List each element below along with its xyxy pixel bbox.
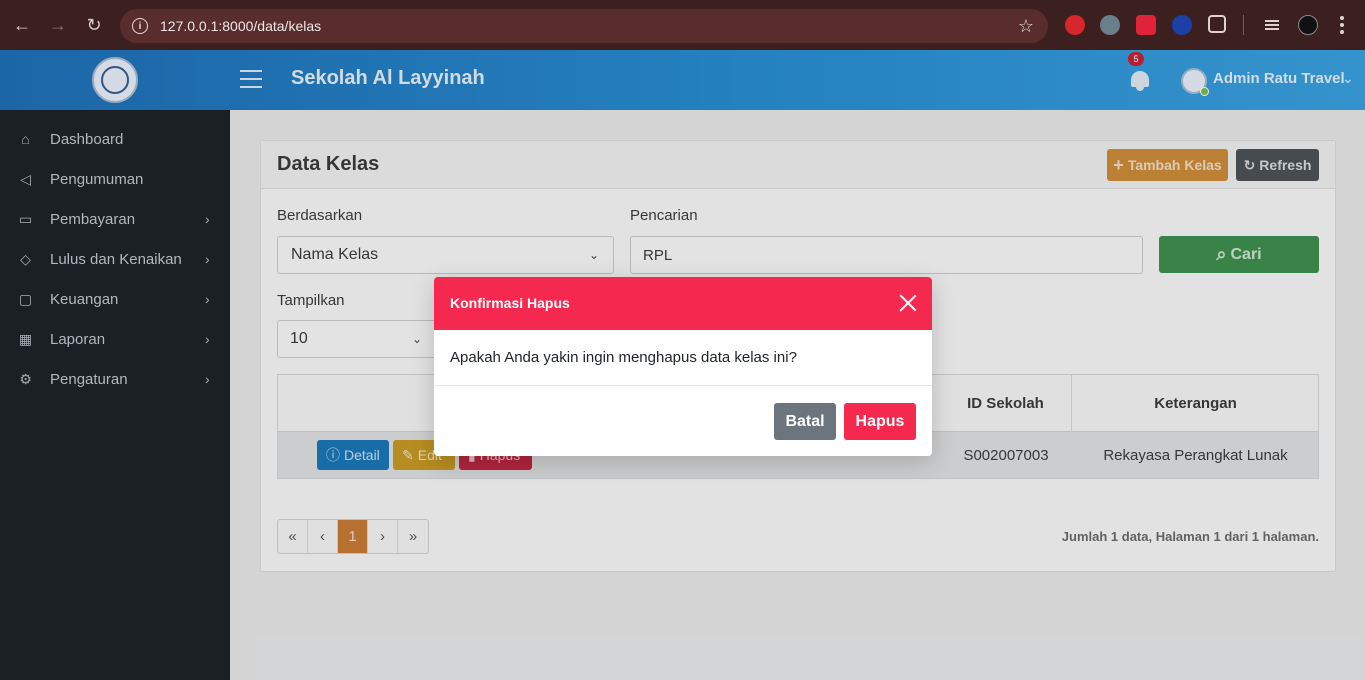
forward-button[interactable]: →	[40, 7, 76, 43]
toolbar-divider	[1243, 15, 1244, 35]
url-text: 127.0.0.1:8000/data/kelas	[160, 18, 322, 34]
browser-menu-icon[interactable]	[1340, 16, 1344, 34]
reload-button[interactable]: ↻	[76, 7, 112, 43]
extension-glasses-icon[interactable]	[1100, 15, 1120, 35]
close-icon[interactable]	[899, 294, 917, 312]
media-queue-icon[interactable]	[1262, 15, 1282, 35]
modal-header: Konfirmasi Hapus	[434, 277, 932, 330]
confirm-hapus-button[interactable]: Hapus	[844, 403, 916, 440]
cancel-button[interactable]: Batal	[774, 403, 836, 440]
site-info-icon[interactable]: i	[132, 18, 148, 34]
forward-arrow-icon: →	[49, 14, 67, 35]
back-button[interactable]: ←	[4, 7, 40, 43]
profile-avatar-icon[interactable]	[1298, 15, 1318, 35]
extension-adblock-icon[interactable]	[1065, 15, 1085, 35]
extension-globe-icon[interactable]	[1172, 15, 1192, 35]
back-arrow-icon: ←	[13, 14, 31, 35]
modal-title: Konfirmasi Hapus	[450, 295, 570, 311]
reload-icon: ↻	[86, 14, 102, 35]
confirm-delete-modal: Konfirmasi Hapus Apakah Anda yakin ingin…	[434, 277, 932, 456]
browser-toolbar: ← → ↻ i 127.0.0.1:8000/data/kelas ☆	[0, 0, 1365, 50]
address-bar[interactable]: i 127.0.0.1:8000/data/kelas ☆	[120, 9, 1048, 43]
bookmark-star-icon[interactable]: ☆	[1018, 16, 1034, 37]
modal-message: Apakah Anda yakin ingin menghapus data k…	[450, 349, 797, 366]
extensions-puzzle-icon[interactable]	[1208, 15, 1226, 33]
modal-divider	[434, 385, 932, 386]
extension-media-icon[interactable]	[1136, 15, 1156, 35]
